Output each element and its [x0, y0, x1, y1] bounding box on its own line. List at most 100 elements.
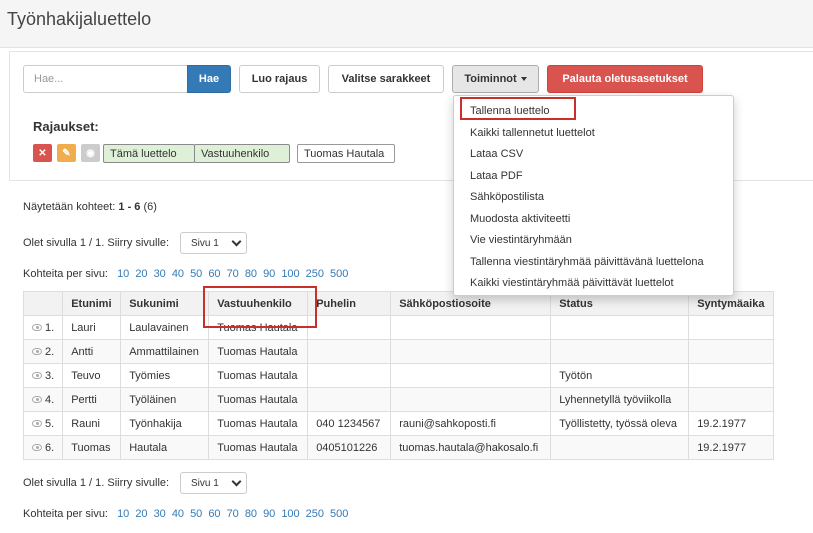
showing-items: Näytetään kohteet: 1 - 6 (6) — [23, 201, 157, 213]
table-cell: Työllistetty, työssä oleva — [550, 411, 690, 436]
per-page-option[interactable]: 90 — [263, 508, 275, 520]
column-header[interactable]: Puhelin — [307, 291, 392, 316]
page-select-bottom[interactable]: Sivu 1 — [180, 472, 247, 494]
table-cell — [307, 387, 392, 412]
eye-icon[interactable] — [32, 372, 42, 380]
row-number-cell[interactable]: 3. — [22, 363, 64, 388]
per-page-option[interactable]: 50 — [190, 508, 202, 520]
row-number-cell[interactable]: 6. — [22, 435, 64, 460]
per-page-option[interactable]: 40 — [172, 268, 184, 280]
menu-item-download-csv[interactable]: Lataa CSV — [454, 144, 733, 166]
table-cell: Lyhennetyllä työviikolla — [550, 387, 690, 412]
eye-icon[interactable] — [32, 444, 42, 452]
per-page-option[interactable]: 250 — [306, 268, 324, 280]
delete-filter-icon[interactable]: ✕ — [33, 144, 52, 162]
per-page-option[interactable]: 20 — [135, 508, 147, 520]
menu-item-create-activity[interactable]: Muodosta aktiviteetti — [454, 209, 733, 231]
eye-icon[interactable] — [32, 420, 42, 428]
per-page-option[interactable]: 500 — [330, 508, 348, 520]
page-select-top[interactable]: Sivu 1 — [180, 232, 247, 254]
search-input[interactable] — [23, 65, 188, 93]
row-number-cell[interactable]: 5. — [22, 411, 64, 436]
row-number: 3. — [45, 369, 55, 382]
table-cell: Teuvo — [62, 363, 122, 388]
row-number: 6. — [45, 441, 55, 454]
per-page-option[interactable]: 500 — [330, 268, 348, 280]
table-cell: Pertti — [62, 387, 122, 412]
per-page-option[interactable]: 100 — [281, 268, 299, 280]
table-cell: Hautala — [120, 435, 210, 460]
row-number-cell[interactable]: 4. — [22, 387, 64, 412]
per-page-option[interactable]: 250 — [306, 508, 324, 520]
per-page-option[interactable]: 20 — [135, 268, 147, 280]
per-page-option[interactable]: 60 — [208, 508, 220, 520]
per-page-option[interactable]: 80 — [245, 268, 257, 280]
table-cell — [688, 363, 775, 388]
page-select-value: Sivu 1 — [191, 237, 219, 249]
per-page-option[interactable]: 70 — [227, 508, 239, 520]
highlight-owner-column — [203, 286, 317, 328]
per-page-option[interactable]: 70 — [227, 268, 239, 280]
search-button[interactable]: Hae — [187, 65, 231, 93]
actions-dropdown-button[interactable]: Toiminnot — [452, 65, 539, 93]
showing-total: (6) — [143, 201, 157, 213]
row-number: 1. — [45, 321, 55, 334]
row-number-cell[interactable]: 2. — [22, 339, 64, 364]
table-cell: Rauni — [62, 411, 122, 436]
table-cell — [688, 339, 775, 364]
eye-icon[interactable] — [32, 396, 42, 404]
menu-item-download-pdf[interactable]: Lataa PDF — [454, 166, 733, 188]
per-page-option[interactable]: 40 — [172, 508, 184, 520]
per-page-option[interactable]: 10 — [117, 268, 129, 280]
table-row: 1. Lauri Laulavainen Tuomas Hautala — [22, 315, 775, 340]
column-header — [22, 291, 64, 316]
column-header[interactable]: Etunimi — [62, 291, 122, 316]
per-page-option[interactable]: 50 — [190, 268, 202, 280]
table-cell — [688, 387, 775, 412]
per-page-label: Kohteita per sivu: — [23, 508, 108, 520]
table-cell: Työmies — [120, 363, 210, 388]
edit-filter-icon[interactable]: ✎ — [57, 144, 76, 162]
table-cell — [550, 315, 690, 340]
per-page-option[interactable]: 60 — [208, 268, 220, 280]
menu-item-saved-lists[interactable]: Kaikki tallennetut luettelot — [454, 123, 733, 145]
per-page-option[interactable]: 90 — [263, 268, 275, 280]
table-cell: Antti — [62, 339, 122, 364]
menu-item-save-group-list[interactable]: Tallenna viestintäryhmää päivittävänä lu… — [454, 252, 733, 274]
view-filter-icon[interactable]: ◉ — [81, 144, 100, 162]
per-page-option[interactable]: 100 — [281, 508, 299, 520]
table-cell: Lauri — [62, 315, 122, 340]
eye-icon[interactable] — [32, 348, 42, 356]
per-page-option[interactable]: 30 — [154, 268, 166, 280]
create-filter-button[interactable]: Luo rajaus — [239, 65, 320, 93]
table-cell: 19.2.1977 — [688, 435, 775, 460]
table-cell: Työnhakija — [120, 411, 210, 436]
per-page-option[interactable]: 30 — [154, 508, 166, 520]
reset-defaults-button[interactable]: Palauta oletusasetukset — [547, 65, 703, 93]
table-cell: 19.2.1977 — [688, 411, 775, 436]
table-cell: tuomas.hautala@hakosalo.fi — [390, 435, 552, 460]
table-row: 6. Tuomas Hautala Tuomas Hautala 0405101… — [22, 435, 775, 460]
table-cell — [390, 315, 552, 340]
table-cell — [307, 315, 392, 340]
page-info-bottom: Olet sivulla 1 / 1. Siirry sivulle: — [23, 477, 170, 489]
table-row: 2. Antti Ammattilainen Tuomas Hautala — [22, 339, 775, 364]
menu-item-email-list[interactable]: Sähköpostilista — [454, 187, 733, 209]
per-page-option[interactable]: 80 — [245, 508, 257, 520]
table-cell — [390, 363, 552, 388]
table-cell — [688, 315, 775, 340]
menu-item-all-group-lists[interactable]: Kaikki viestintäryhmää päivittävät luett… — [454, 273, 733, 295]
table-row: 4. Pertti Työläinen Tuomas Hautala Lyhen… — [22, 387, 775, 412]
column-header[interactable]: Sukunimi — [120, 291, 210, 316]
table-cell: rauni@sahkoposti.fi — [390, 411, 552, 436]
row-number: 2. — [45, 345, 55, 358]
table-cell: Tuomas Hautala — [208, 411, 309, 436]
table-cell: Työtön — [550, 363, 690, 388]
menu-item-export-group[interactable]: Vie viestintäryhmään — [454, 230, 733, 252]
table-cell — [390, 339, 552, 364]
select-columns-button[interactable]: Valitse sarakkeet — [328, 65, 444, 93]
per-page-option[interactable]: 10 — [117, 508, 129, 520]
eye-icon[interactable] — [32, 324, 42, 332]
table-cell — [307, 339, 392, 364]
row-number-cell[interactable]: 1. — [22, 315, 64, 340]
